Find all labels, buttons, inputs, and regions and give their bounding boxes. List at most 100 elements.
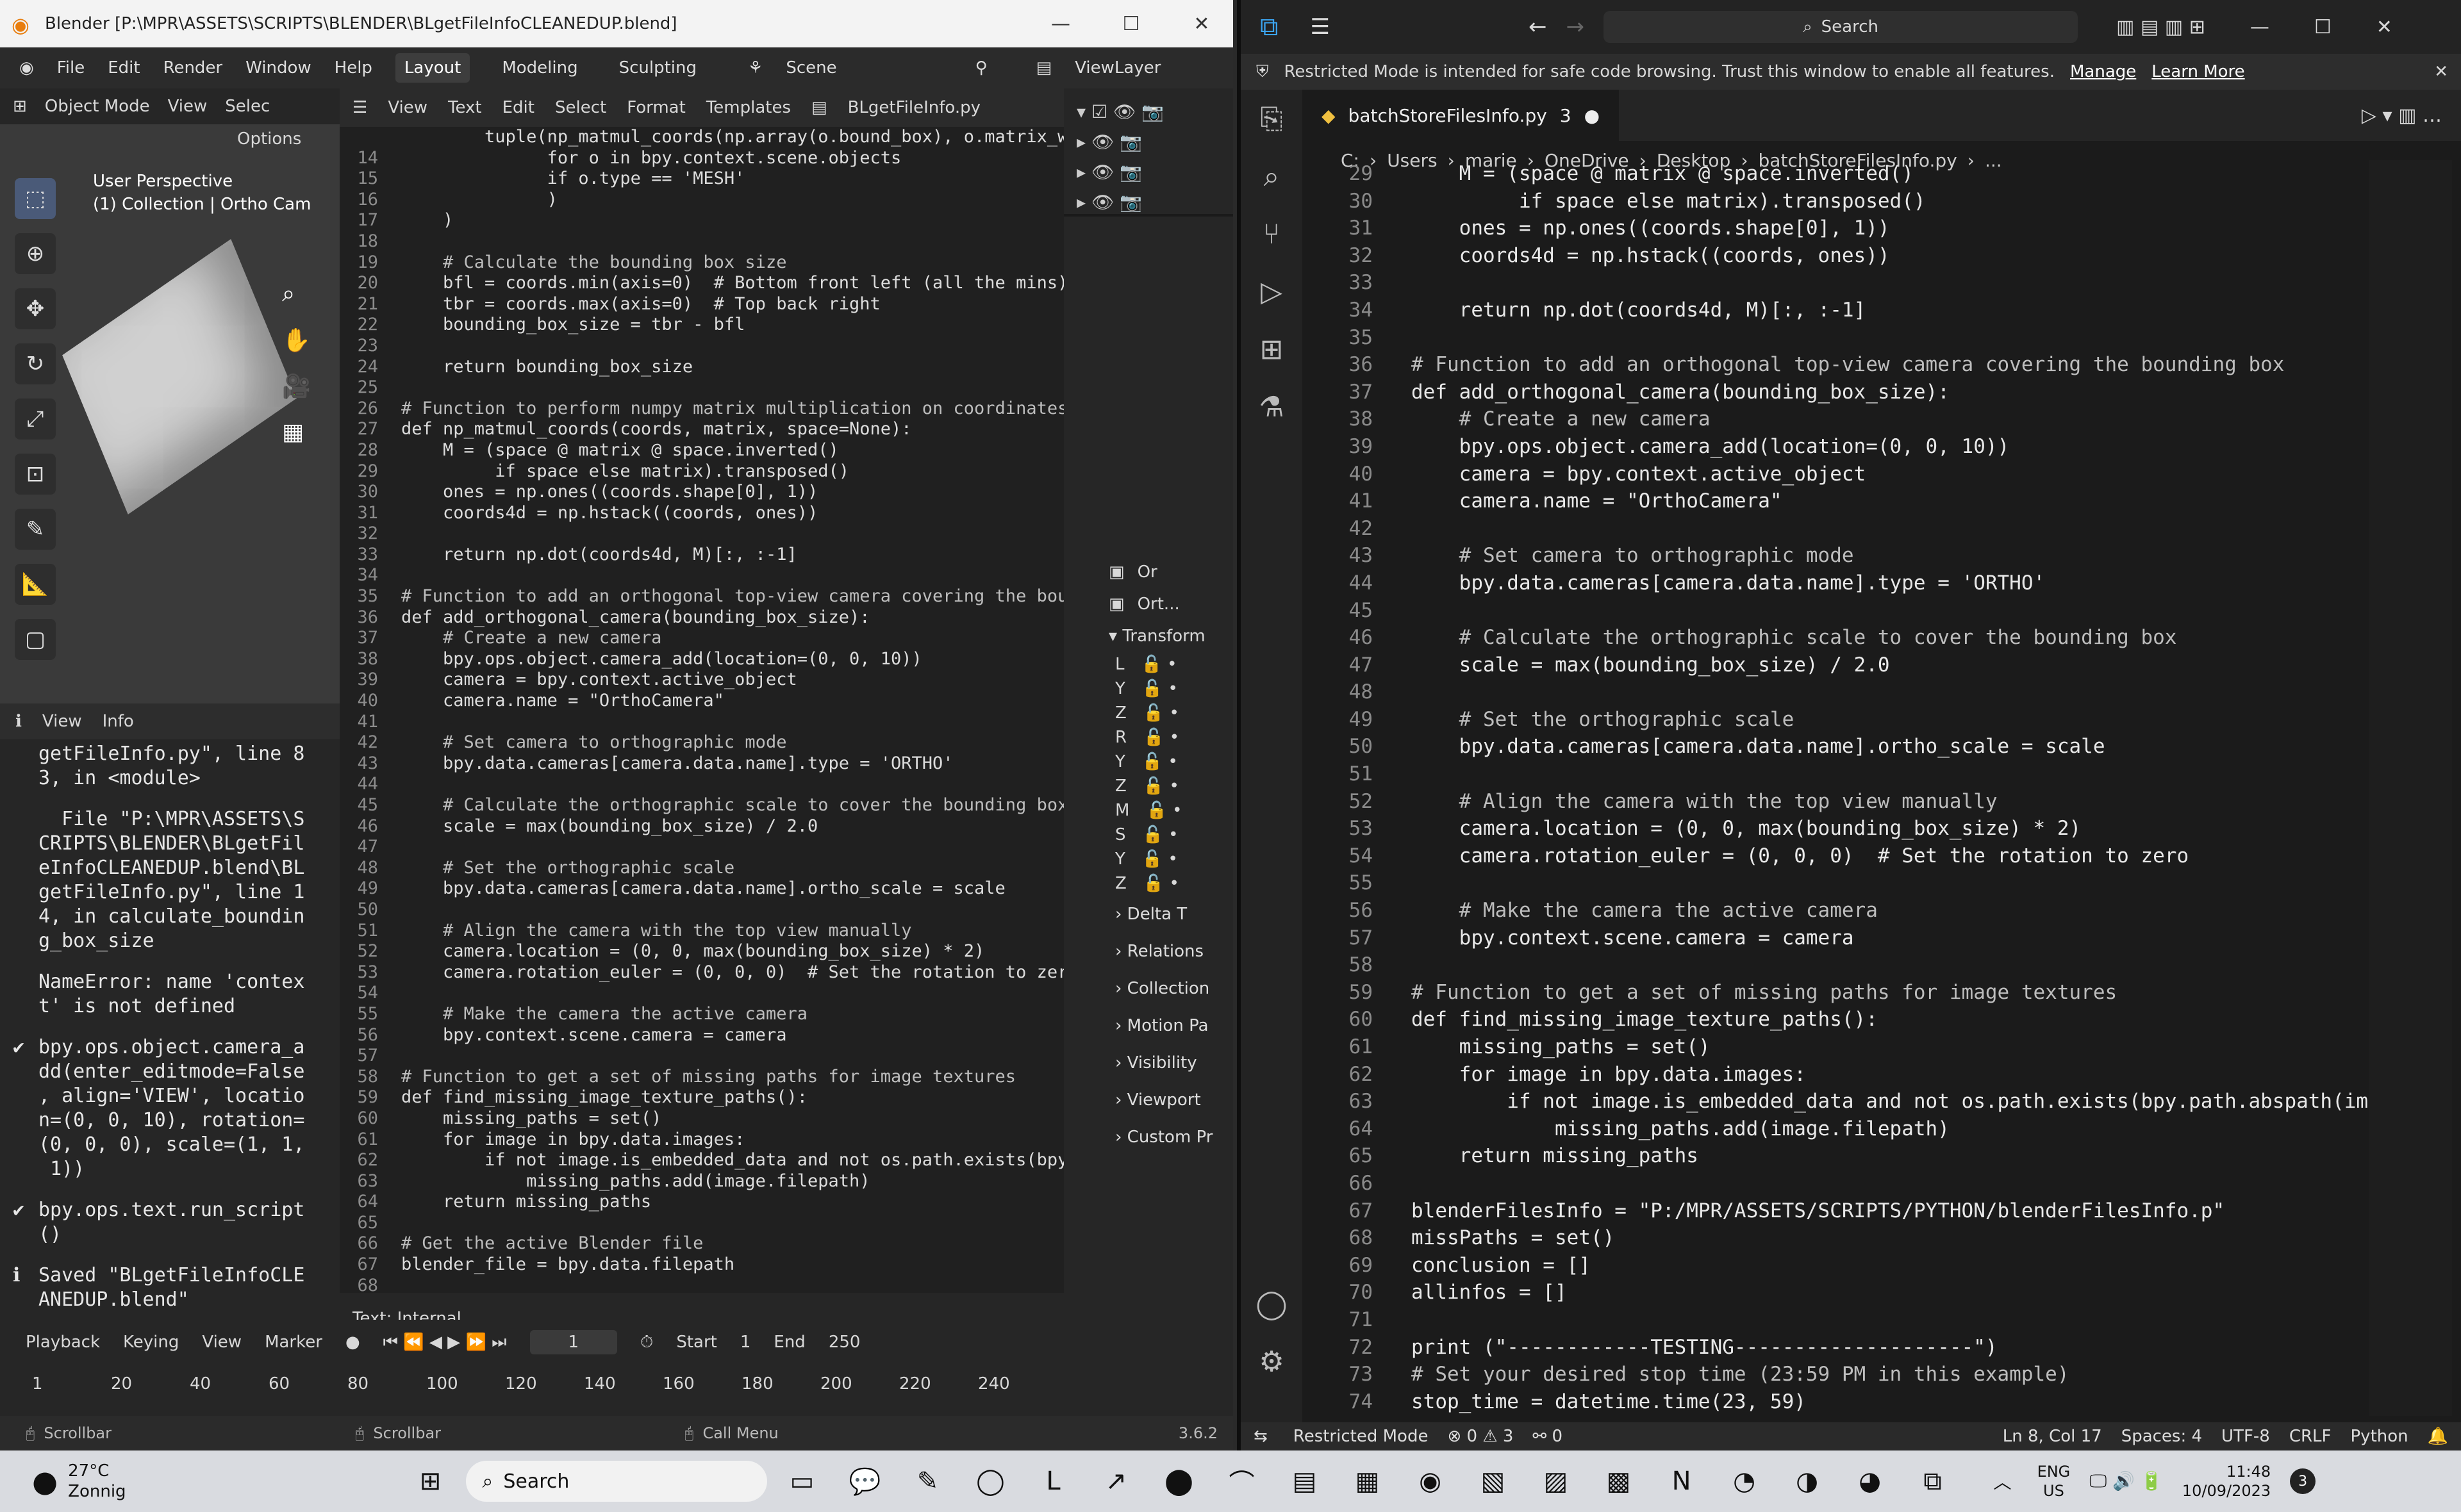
onenote-icon[interactable]: N xyxy=(1659,1459,1704,1504)
transform-panel-header[interactable]: ▾ Transform xyxy=(1109,627,1233,646)
transform-tool-icon[interactable]: ⊡ xyxy=(15,454,56,495)
camera-data-name-field[interactable]: Ort... xyxy=(1138,595,1180,614)
settings-gear-icon[interactable]: ⚙ xyxy=(1241,1333,1302,1390)
text-menu-edit[interactable]: Edit xyxy=(502,98,534,117)
text-editor-code[interactable]: tuple(np_matmul_coords(np.array(o.bound_… xyxy=(340,127,1064,1296)
viewlayer-selector[interactable]: ViewLayer xyxy=(1075,58,1161,78)
lock-icon[interactable]: 🔓 • xyxy=(1143,825,1179,844)
grid-view-icon[interactable]: ▦ xyxy=(282,419,311,445)
minimize-button[interactable]: — xyxy=(1025,0,1096,47)
timeline-menu-marker[interactable]: Marker xyxy=(265,1333,322,1352)
paint-icon[interactable]: ✎ xyxy=(906,1459,950,1504)
move-tool-icon[interactable]: ✥ xyxy=(15,288,56,329)
blender-app-icon-3[interactable]: ◕ xyxy=(1848,1459,1893,1504)
text-editor[interactable]: ☰ View Text Edit Select Format Templates… xyxy=(340,88,1064,1344)
property-section-header[interactable]: › Relations xyxy=(1109,933,1233,970)
task-view-icon[interactable]: ▭ xyxy=(780,1459,825,1504)
viewport-menu-view[interactable]: View xyxy=(168,97,208,116)
select-box-tool-icon[interactable]: ⬚ xyxy=(15,178,56,219)
measure-tool-icon[interactable]: 📐 xyxy=(15,564,56,605)
text-menu-text[interactable]: Text xyxy=(448,98,482,117)
tab-modeling[interactable]: Modeling xyxy=(493,53,586,83)
scale-tool-icon[interactable]: ⤢ xyxy=(15,399,56,440)
outliner-object-row[interactable]: ▸ 👁 📷 xyxy=(1077,131,1224,152)
current-frame-field[interactable]: 1 xyxy=(529,1330,618,1354)
lock-icon[interactable]: 🔓 • xyxy=(1143,728,1179,747)
blender-app-icon-2[interactable]: ◑ xyxy=(1785,1459,1830,1504)
app-circle-icon[interactable]: ⬤ xyxy=(1157,1459,1202,1504)
outliner-object-row[interactable]: ▸ 👁 📷 xyxy=(1077,192,1224,213)
start-windows-icon[interactable]: ⊞ xyxy=(408,1459,453,1504)
zoom-icon[interactable]: ⌕ xyxy=(282,281,311,308)
taskbar-search[interactable]: ⌕ Search xyxy=(465,1461,767,1502)
lock-icon[interactable]: 🔓 • xyxy=(1142,752,1178,771)
timeline-menu-keying[interactable]: Keying xyxy=(123,1333,179,1352)
property-section-header[interactable]: › Delta T xyxy=(1109,896,1233,933)
lock-icon[interactable]: 🔓 • xyxy=(1146,801,1182,820)
maximize-button[interactable]: ☐ xyxy=(2314,16,2332,38)
editor-type-icon[interactable]: ⊞ xyxy=(13,97,27,116)
viewport-options-dropdown[interactable]: Options xyxy=(237,129,301,149)
tab-batchstorefilesinfo[interactable]: ◆ batchStoreFilesInfo.py 3 ● xyxy=(1302,90,1620,141)
property-section-header[interactable]: › Visibility xyxy=(1109,1044,1233,1081)
text-menu-templates[interactable]: Templates xyxy=(706,98,791,117)
maximize-button[interactable]: ☐ xyxy=(1096,0,1166,47)
lock-icon[interactable]: 🔓 • xyxy=(1143,703,1179,723)
obs-icon[interactable]: ◉ xyxy=(1408,1459,1453,1504)
outliner-object-row[interactable]: ▸ 👁 📷 xyxy=(1077,161,1224,183)
notification-badge[interactable]: 3 xyxy=(2290,1468,2316,1494)
timeline-menu-view[interactable]: View xyxy=(202,1333,242,1352)
info-menu-info[interactable]: Info xyxy=(103,712,134,731)
playback-controls-icon[interactable]: ⏮ ⏪ ◀ ▶ ⏩ ⏭ xyxy=(383,1333,507,1352)
banner-close-icon[interactable]: ✕ xyxy=(2434,62,2448,81)
camera-view-icon[interactable]: 🎥 xyxy=(282,373,311,400)
vscode-app-icon[interactable]: ⧉ xyxy=(1910,1459,1955,1504)
language-indicator[interactable]: ENG US xyxy=(2037,1462,2071,1500)
chat-icon[interactable]: 💬 xyxy=(843,1459,888,1504)
language-mode[interactable]: Python xyxy=(2351,1427,2408,1446)
3d-viewport[interactable]: ⊞ Object Mode View Selec Options User Pe… xyxy=(0,88,340,703)
line-ending[interactable]: CRLF xyxy=(2289,1427,2332,1446)
scene-selector[interactable]: Scene xyxy=(786,58,836,78)
vscode-editor-code[interactable]: 29 M = (space @ matrix @ space.inverted(… xyxy=(1302,160,2440,1415)
remote-icon[interactable]: ⇆ xyxy=(1254,1427,1268,1446)
menu-edit[interactable]: Edit xyxy=(108,58,140,78)
add-cube-tool-icon[interactable]: ▢ xyxy=(15,619,56,660)
object-name-field[interactable]: Or xyxy=(1138,563,1157,582)
run-debug-icon[interactable]: ▷ xyxy=(1241,263,1302,320)
lock-icon[interactable]: 🔓 • xyxy=(1141,655,1177,674)
back-arrow-icon[interactable]: ← xyxy=(1529,14,1547,40)
tray-network-volume-battery-icon[interactable]: 🖵 🔊 🔋 xyxy=(2089,1470,2163,1492)
minimap[interactable] xyxy=(2369,160,2452,1416)
end-frame-field[interactable]: 250 xyxy=(829,1333,861,1352)
timeline-ruler[interactable]: 1 20 40 60 80 100 120 140 160 180 200 220 240 xyxy=(0,1365,1233,1403)
restricted-mode-status[interactable]: Restricted Mode xyxy=(1293,1427,1429,1446)
cursor-position[interactable]: Ln 8, Col 17 xyxy=(2003,1427,2102,1446)
cursor-tool-icon[interactable]: ⊕ xyxy=(15,233,56,274)
source-control-icon[interactable]: ⑂ xyxy=(1241,205,1302,263)
lock-icon[interactable]: 🔓 • xyxy=(1143,874,1179,893)
text-menu-view[interactable]: View xyxy=(388,98,427,117)
tray-chevron-up-icon[interactable]: ︿ xyxy=(1994,1468,2012,1494)
start-frame-field[interactable]: 1 xyxy=(740,1333,751,1352)
clock[interactable]: 11:48 10/09/2023 xyxy=(2182,1462,2271,1500)
lock-icon[interactable]: 🔓 • xyxy=(1142,679,1178,698)
lock-icon[interactable]: 🔓 • xyxy=(1142,850,1178,869)
app-curve-icon[interactable]: ⌒ xyxy=(1220,1459,1264,1504)
annotate-tool-icon[interactable]: ✎ xyxy=(15,509,56,550)
menu-render[interactable]: Render xyxy=(163,58,223,78)
lock-icon[interactable]: 🔓 • xyxy=(1143,777,1179,796)
record-icon[interactable]: ● xyxy=(345,1333,360,1352)
property-section-header[interactable]: › Custom Pr xyxy=(1109,1119,1233,1156)
outliner-collection-row[interactable]: ▾ ☑ 👁 📷 xyxy=(1077,101,1224,122)
minimize-button[interactable]: — xyxy=(2250,16,2269,38)
blender-logo-menu-icon[interactable]: ◉ xyxy=(19,58,34,78)
account-icon[interactable]: ◯ xyxy=(1241,1275,1302,1333)
layout-toggle-icon[interactable]: ▥ ▤ ▥ ⊞ xyxy=(2116,16,2205,38)
menu-file[interactable]: File xyxy=(57,58,85,78)
property-section-header[interactable]: › Motion Pa xyxy=(1109,1007,1233,1044)
command-center-search[interactable]: ⌕ Search xyxy=(1603,11,2078,43)
property-section-header[interactable]: › Viewport xyxy=(1109,1081,1233,1119)
explorer-icon[interactable]: ⎘ xyxy=(1241,90,1302,147)
viewport-menu-select[interactable]: Selec xyxy=(225,97,270,116)
